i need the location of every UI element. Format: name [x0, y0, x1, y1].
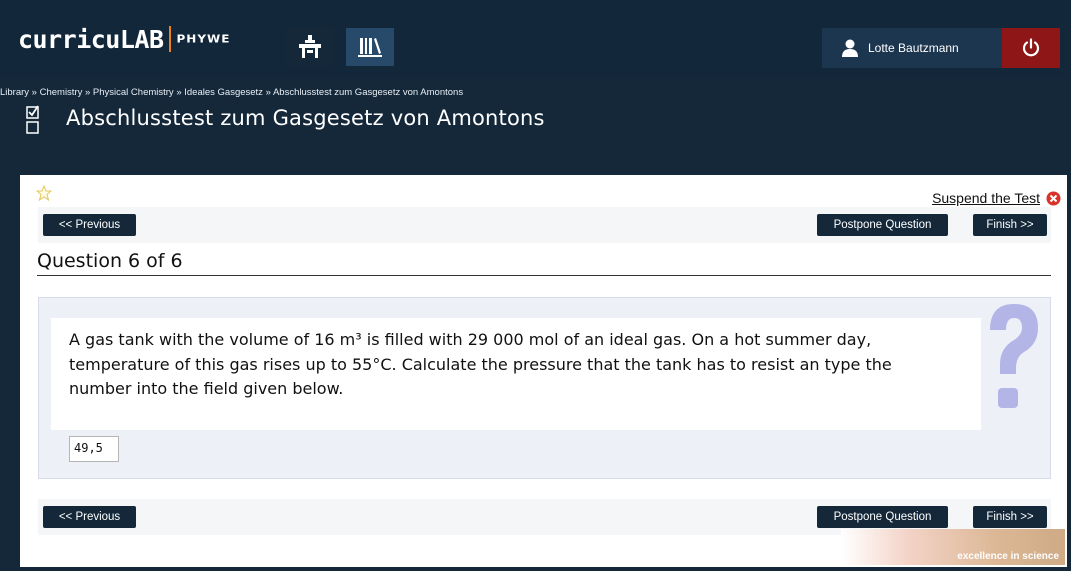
logout-button[interactable] — [1002, 28, 1060, 68]
user-name: Lotte Bautzmann — [868, 41, 959, 55]
question-text: A gas tank with the volume of 16 m³ is f… — [69, 330, 892, 398]
question-text-box: A gas tank with the volume of 16 m³ is f… — [51, 318, 981, 430]
footer-tagline: excellence in science — [957, 551, 1059, 562]
star-icon[interactable] — [36, 185, 52, 201]
logo-brand: PHYWE — [176, 32, 231, 46]
answer-input[interactable]: 49,5 — [69, 436, 119, 462]
user-icon — [842, 39, 858, 57]
postpone-question-button-bottom[interactable]: Postpone Question — [817, 506, 948, 528]
suspend-test-link[interactable]: Suspend the Test — [932, 190, 1040, 206]
top-bar: curricuLAB PHYWE Lotte Bautzmann — [0, 0, 1071, 78]
question-heading: Question 6 of 6 — [37, 250, 183, 272]
question-divider — [37, 275, 1051, 276]
question-panel: A gas tank with the volume of 16 m³ is f… — [38, 297, 1051, 479]
finish-button-top[interactable]: Finish >> — [973, 214, 1047, 236]
finish-button-bottom[interactable]: Finish >> — [973, 506, 1047, 528]
top-button-bar: << Previous Postpone Question Finish >> — [38, 207, 1051, 243]
library-nav-button[interactable] — [346, 28, 394, 66]
previous-button-top[interactable]: << Previous — [43, 214, 136, 236]
logo-text: curricuLAB — [18, 24, 164, 54]
page-header: Library » Chemistry » Physical Chemistry… — [0, 78, 1071, 173]
footer-brand-logo: excellence in science — [841, 529, 1065, 565]
library-icon — [358, 38, 382, 57]
desk-icon — [299, 35, 321, 58]
postpone-question-button-top[interactable]: Postpone Question — [817, 214, 948, 236]
logo-separator — [168, 26, 171, 52]
power-icon — [1022, 38, 1040, 57]
breadcrumb[interactable]: Library » Chemistry » Physical Chemistry… — [0, 87, 463, 98]
test-content: Suspend the Test << Previous Postpone Qu… — [20, 175, 1067, 567]
checklist-icon — [26, 105, 39, 134]
question-mark-icon — [990, 304, 1038, 408]
close-icon[interactable] — [1046, 191, 1061, 206]
user-menu[interactable]: Lotte Bautzmann — [822, 28, 1002, 68]
previous-button-bottom[interactable]: << Previous — [43, 506, 136, 528]
page-title: Abschlusstest zum Gasgesetz von Amontons — [66, 106, 545, 130]
desk-nav-button[interactable] — [286, 28, 334, 66]
app-logo[interactable]: curricuLAB PHYWE — [18, 24, 230, 54]
